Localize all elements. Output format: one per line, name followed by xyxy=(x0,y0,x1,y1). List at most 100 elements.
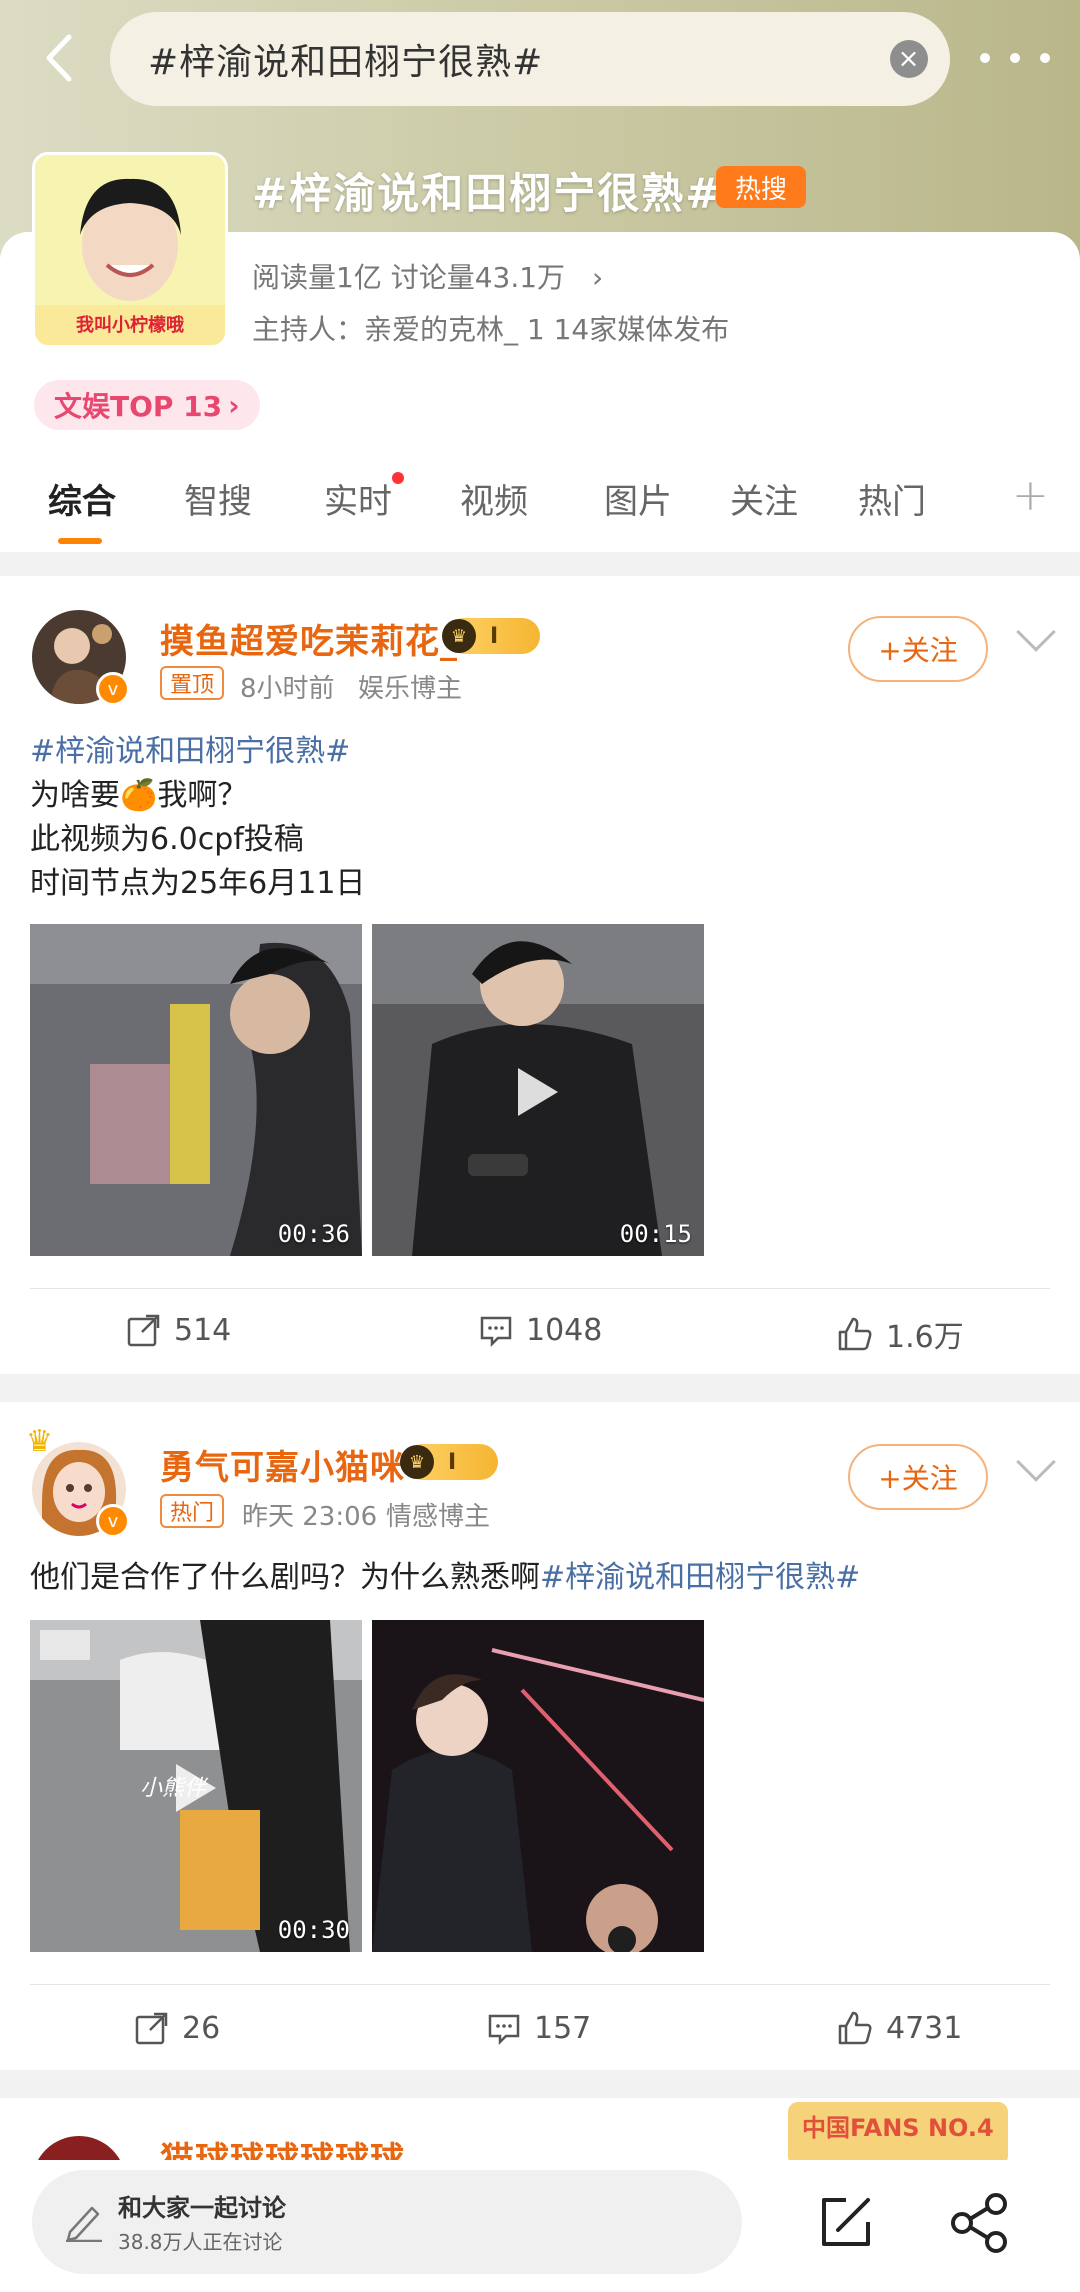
compose-title: 和大家一起讨论 xyxy=(118,2194,286,2222)
crown-icon: ♛ xyxy=(442,619,476,653)
pinned-tag: 置顶 xyxy=(160,666,225,700)
repost-count: 26 xyxy=(182,2010,221,2046)
video-duration: 00:36 xyxy=(277,1220,350,1248)
tab-comprehensive[interactable]: 综合 xyxy=(48,474,116,523)
more-dot-icon xyxy=(980,53,990,63)
comment-icon xyxy=(480,1316,512,1348)
post-card[interactable]: ♛ v 勇气可嘉小猫咪 ♛ I 热门 昨天 23:06 情感博主 +关注 他们是… xyxy=(0,1402,1080,2070)
post-line: 他们是合作了什么剧吗？为什么熟悉啊 xyxy=(30,1560,540,1595)
divider xyxy=(30,1288,1050,1289)
post-hashtag[interactable]: #梓渝说和田栩宁很熟# xyxy=(540,1560,860,1595)
rank-label: 文娱TOP 13 xyxy=(54,390,223,423)
comment-icon xyxy=(488,2014,520,2046)
add-tab-button[interactable]: + xyxy=(1012,470,1049,521)
post-hashtag[interactable]: #梓渝说和田栩宁很熟# xyxy=(30,730,365,774)
image-thumbnail[interactable] xyxy=(372,1620,704,1952)
post-body: 他们是合作了什么剧吗？为什么熟悉啊#梓渝说和田栩宁很熟# xyxy=(30,1556,860,1600)
verified-icon: v xyxy=(96,1504,130,1538)
divider xyxy=(30,1984,1050,1985)
hot-tag: 热门 xyxy=(160,1494,225,1528)
topic-avatar-caption: 我叫小柠檬哦 xyxy=(76,315,184,336)
share-nodes-icon xyxy=(951,2193,1007,2253)
user-role: 娱乐博主 xyxy=(358,674,463,704)
comment-button[interactable]: 1048 xyxy=(478,1312,602,1348)
topic-title: #梓渝说和田栩宁很熟# xyxy=(252,169,723,218)
user-role: 情感博主 xyxy=(386,1502,491,1532)
username[interactable]: 摸鱼超爱吃茉莉花_ xyxy=(160,614,458,663)
like-count: 1.6万 xyxy=(886,1320,964,1355)
topic-host: 主持人：亲爱的克林_ 1 14家媒体发布 xyxy=(252,313,730,346)
chevron-down-icon[interactable] xyxy=(1016,612,1056,652)
topic-stats[interactable]: 阅读量1亿 讨论量43.1万 › xyxy=(252,256,603,296)
chevron-down-icon[interactable] xyxy=(1016,1442,1056,1482)
play-icon xyxy=(176,1764,216,1812)
share-icon xyxy=(135,2012,168,2045)
hot-badge-label: 热搜 xyxy=(734,174,787,205)
comment-count: 1048 xyxy=(526,1312,603,1348)
video-thumbnail[interactable]: 00:36 xyxy=(30,924,362,1256)
bottom-bar: 和大家一起讨论 38.8万人正在讨论 xyxy=(0,2160,1080,2292)
comment-button[interactable]: 157 xyxy=(486,2010,591,2046)
vip-badge[interactable]: ♛ I xyxy=(442,618,540,654)
compose-box[interactable]: 和大家一起讨论 38.8万人正在讨论 xyxy=(32,2170,742,2274)
post-line: 此视频为6.0cpf投稿 xyxy=(30,822,304,857)
like-count: 4731 xyxy=(886,2010,963,2046)
hot-search-badge: 热搜 xyxy=(716,166,806,208)
repost-count: 514 xyxy=(174,1312,232,1348)
search-query-text: #梓渝说和田栩宁很熟# xyxy=(148,42,544,83)
crown-icon: ♛ xyxy=(26,1424,53,1459)
video-duration: 00:30 xyxy=(277,1916,350,1944)
post-time: 昨天 23:06 xyxy=(242,1502,378,1532)
search-input[interactable]: #梓渝说和田栩宁很熟# × xyxy=(110,12,950,106)
edit-icon xyxy=(822,2198,870,2246)
vip-level: I xyxy=(490,623,499,649)
play-icon xyxy=(518,1068,558,1116)
follow-button[interactable]: +关注 xyxy=(848,1444,988,1510)
tab-hot[interactable]: 热门 xyxy=(858,474,926,523)
tab-smart-search[interactable]: 智搜 xyxy=(184,474,252,523)
post-card[interactable]: v 摸鱼超爱吃茉莉花_ ♛ I 置顶 8小时前 娱乐博主 +关注 #梓渝说和田栩… xyxy=(0,576,1080,1374)
clear-search-button[interactable]: × xyxy=(890,40,928,78)
chevron-right-icon: › xyxy=(591,261,604,294)
image-frame xyxy=(372,1620,704,1952)
thumbs-up-icon xyxy=(838,1317,872,1351)
video-duration: 00:15 xyxy=(619,1220,692,1248)
more-dot-icon xyxy=(1040,53,1050,63)
new-content-dot xyxy=(392,472,404,484)
follow-button[interactable]: +关注 xyxy=(848,616,988,682)
video-frame xyxy=(30,924,362,1256)
more-options-button[interactable] xyxy=(980,40,1050,76)
video-thumbnail[interactable]: 00:15 xyxy=(372,924,704,1256)
tab-images[interactable]: 图片 xyxy=(604,474,672,523)
chevron-right-icon: › xyxy=(228,388,240,422)
share-button[interactable] xyxy=(948,2192,1012,2258)
vip-level: I xyxy=(448,1449,457,1475)
post-body: #梓渝说和田栩宁很熟# 为啥要🍊我啊？ 此视频为6.0cpf投稿 时间节点为25… xyxy=(30,730,365,906)
crown-icon: ♛ xyxy=(400,1445,434,1479)
pencil-icon xyxy=(66,2206,102,2242)
compose-subtitle: 38.8万人正在讨论 xyxy=(118,2230,283,2254)
post-card[interactable]: 猫球球球球球球 中国FANS NO.4 xyxy=(0,2098,1080,2230)
verified-icon: v xyxy=(96,672,130,706)
post-line: 时间节点为25年6月11日 xyxy=(30,866,366,901)
back-button[interactable] xyxy=(30,28,86,88)
fans-badge: 中国FANS NO.4 xyxy=(788,2102,1008,2166)
rank-badge[interactable]: 文娱TOP 13 › xyxy=(34,380,260,430)
repost-button[interactable]: 26 xyxy=(134,2010,220,2046)
topic-avatar: 我叫小柠檬哦 xyxy=(32,152,228,348)
edit-post-button[interactable] xyxy=(816,2192,876,2256)
repost-button[interactable]: 514 xyxy=(126,1312,231,1348)
tab-following[interactable]: 关注 xyxy=(730,474,798,523)
more-dot-icon xyxy=(1010,53,1020,63)
tab-bar: 综合 智搜 实时 视频 图片 关注 热门 xyxy=(0,460,1080,550)
like-button[interactable]: 4731 xyxy=(836,2010,962,2046)
username[interactable]: 勇气可嘉小猫咪 xyxy=(160,1440,405,1489)
back-arrow-icon xyxy=(46,34,72,82)
video-thumbnail[interactable]: 小熊伴 00:30 xyxy=(30,1620,362,1952)
vip-badge[interactable]: ♛ I xyxy=(400,1444,498,1480)
like-button[interactable]: 1.6万 xyxy=(836,1312,964,1356)
post-time: 8小时前 xyxy=(240,674,335,704)
close-icon: × xyxy=(897,44,921,74)
tab-realtime[interactable]: 实时 xyxy=(324,474,392,523)
tab-video[interactable]: 视频 xyxy=(460,474,528,523)
